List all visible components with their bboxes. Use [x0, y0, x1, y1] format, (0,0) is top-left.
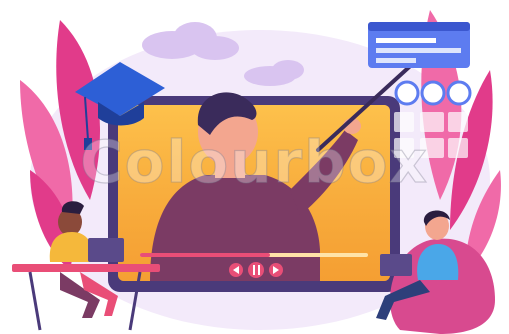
pause-icon — [248, 262, 264, 278]
circle-buttons — [394, 80, 472, 106]
laptop-left — [88, 238, 124, 262]
laptop-right — [380, 254, 412, 276]
browser-window-icon — [368, 22, 470, 68]
desk — [12, 264, 160, 272]
video-controls — [229, 262, 283, 278]
video-progress-bar — [140, 253, 368, 257]
illustration-canvas — [12, 10, 501, 334]
cloud-left — [142, 22, 239, 60]
